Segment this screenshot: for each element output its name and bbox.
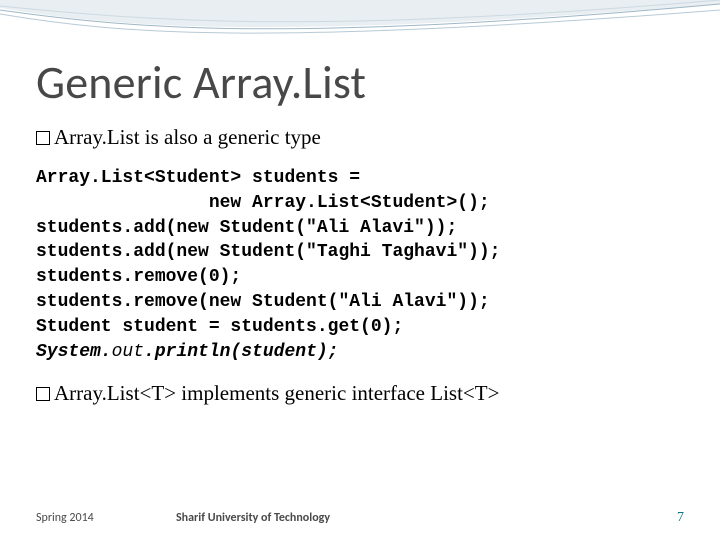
bullet-1-text: Array.List is also a generic type bbox=[54, 125, 321, 149]
code-line-8d: println(student); bbox=[155, 342, 339, 362]
bullet-2-text: Array.List<T> implements generic interfa… bbox=[54, 381, 499, 405]
code-line-8c: . bbox=[144, 342, 155, 362]
slide-body: Generic Array.List Array.List is also a … bbox=[0, 0, 720, 540]
footer-institution: Sharif University of Technology bbox=[176, 511, 330, 525]
bullet-box-icon bbox=[36, 387, 50, 401]
code-line-8a: System. bbox=[36, 342, 112, 362]
bullet-box-icon bbox=[36, 131, 50, 145]
code-line-6: students.remove(new Student("Ali Alavi")… bbox=[36, 292, 490, 312]
page-number: 7 bbox=[677, 510, 684, 526]
code-line-8b: out bbox=[112, 342, 144, 362]
code-line-4: students.add(new Student("Taghi Taghavi"… bbox=[36, 242, 500, 262]
code-line-3: students.add(new Student("Ali Alavi")); bbox=[36, 218, 457, 238]
slide-title: Generic Array.List bbox=[36, 55, 684, 111]
slide-footer: Spring 2014 Sharif University of Technol… bbox=[36, 510, 684, 526]
code-line-7: Student student = students.get(0); bbox=[36, 317, 403, 337]
code-block: Array.List<Student> students = new Array… bbox=[36, 166, 684, 365]
bullet-1: Array.List is also a generic type bbox=[36, 125, 684, 150]
bullet-2: Array.List<T> implements generic interfa… bbox=[36, 381, 684, 406]
code-line-5: students.remove(0); bbox=[36, 267, 241, 287]
code-line-1: Array.List<Student> students = bbox=[36, 168, 360, 188]
footer-term: Spring 2014 bbox=[36, 511, 176, 525]
code-line-2: new Array.List<Student>(); bbox=[36, 193, 490, 213]
